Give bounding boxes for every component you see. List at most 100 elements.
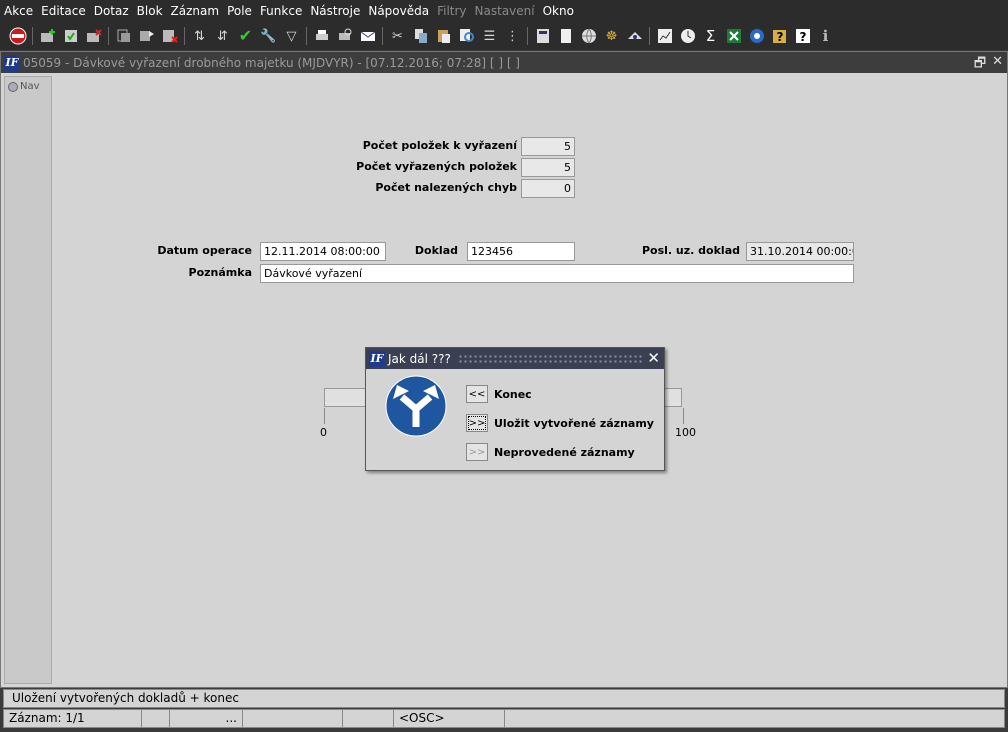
sort-descending-icon[interactable]: ⇵ — [213, 27, 232, 46]
copy-icon[interactable] — [411, 27, 430, 46]
duplicate-icon[interactable] — [137, 27, 156, 46]
list-icon[interactable]: ☰ — [480, 27, 499, 46]
filter-icon[interactable]: ▽ — [282, 27, 301, 46]
nav-label: Nav — [20, 81, 40, 92]
status-cell — [343, 710, 394, 727]
save-icon[interactable] — [61, 27, 80, 46]
konec-button[interactable]: << — [466, 385, 488, 403]
unprocessed-label: Neprovedené záznamy — [494, 445, 635, 459]
eye-icon[interactable] — [625, 27, 644, 46]
dialog-title-bar: IF Jak dál ??? ✕ — [366, 348, 664, 369]
save-records-label: Uložit vytvořené záznamy — [494, 416, 654, 430]
menu-okno[interactable]: Okno — [539, 0, 578, 22]
status-bar: Záznam: 1/1 ... <OSC> — [3, 709, 1005, 728]
progress-tick-left — [324, 408, 325, 424]
date-field[interactable]: 12.11.2014 08:00:00 — [260, 242, 386, 261]
menu-pole[interactable]: Pole — [223, 0, 256, 22]
status-cell — [243, 710, 343, 727]
menu-editace[interactable]: Editace — [37, 0, 90, 22]
unprocessed-row: >> Neprovedené záznamy — [466, 443, 635, 461]
lookup-icon[interactable] — [457, 27, 476, 46]
nav-panel: Nav — [4, 76, 52, 684]
status-cell — [142, 710, 170, 727]
count-discarded-field[interactable]: 5 — [521, 158, 575, 177]
paste-icon[interactable] — [434, 27, 453, 46]
app-logo: IF — [4, 54, 20, 71]
wrench-icon[interactable]: 🔧 — [259, 27, 278, 46]
toolbar-separator — [184, 27, 185, 45]
toolbar-separator — [382, 27, 383, 45]
toolbar: ⇅ ⇵ ✔ 🔧 ▽ ✂ ☰ ⋮ ☸ Σ ? ? ℹ — [0, 22, 1008, 50]
count-errors-field[interactable]: 0 — [521, 179, 575, 198]
outlook-icon[interactable] — [747, 27, 766, 46]
print-icon[interactable] — [312, 27, 331, 46]
sort-ascending-icon[interactable]: ⇅ — [190, 27, 209, 46]
check-icon[interactable]: ✔ — [236, 27, 255, 46]
toolbar-separator — [108, 27, 109, 45]
dialog-close-icon[interactable]: ✕ — [647, 349, 660, 367]
fork-sign-icon — [385, 375, 447, 440]
doc-field[interactable]: 123456 — [467, 242, 575, 261]
clock-icon[interactable] — [678, 27, 697, 46]
count-to-discard-field[interactable]: 5 — [521, 137, 575, 156]
choice-dialog: IF Jak dál ??? ✕ << Konec >> Uložit vytv… — [365, 347, 665, 471]
save-records-button[interactable]: >> — [466, 414, 488, 432]
note-label: Poznámka — [188, 266, 252, 279]
doc-label: Doklad — [414, 244, 458, 257]
document-icon[interactable] — [556, 27, 575, 46]
title-grip — [458, 354, 644, 363]
konec-label: Konec — [494, 387, 532, 401]
last-doc-label: Posl. uz. doklad — [641, 244, 740, 257]
sum-icon[interactable]: Σ — [701, 27, 720, 46]
status-mode: <OSC> — [394, 710, 505, 727]
insert-record-icon[interactable] — [38, 27, 57, 46]
menu-funkce[interactable]: Funkce — [256, 0, 306, 22]
mail-icon[interactable] — [358, 27, 377, 46]
dialog-title: Jak dál ??? — [388, 351, 451, 366]
record-counter: Záznam: 1/1 — [4, 710, 142, 727]
count-errors-label: Počet nalezených chyb — [375, 181, 517, 194]
copy-record-icon[interactable] — [114, 27, 133, 46]
print-preview-icon[interactable] — [335, 27, 354, 46]
last-doc-field[interactable]: 31.10.2014 00:00:00 — [746, 242, 854, 261]
toolbar-separator — [649, 27, 650, 45]
nav-button[interactable]: Nav — [5, 77, 51, 96]
restore-icon[interactable]: 🗗 — [974, 54, 986, 76]
radio-dot-icon — [8, 81, 18, 92]
note-field[interactable]: Dávkové vyřazení — [260, 264, 854, 283]
dialog-logo: IF — [369, 350, 385, 367]
save-records-row: >> Uložit vytvořené záznamy — [466, 414, 654, 432]
toolbar-separator — [306, 27, 307, 45]
toolbar-separator — [527, 27, 528, 45]
menu-filtry: Filtry — [437, 4, 467, 18]
count-discarded-label: Počet vyřazených položek — [356, 160, 517, 173]
tree-icon[interactable]: ⋮ — [503, 27, 522, 46]
count-to-discard-label: Počet položek k vyřazení — [362, 139, 517, 152]
clear-icon[interactable] — [160, 27, 179, 46]
info-icon[interactable]: ℹ — [816, 27, 835, 46]
menu-bar: Akce Editace Dotaz Blok Záznam Pole Funk… — [0, 0, 1008, 22]
menu-zaznam[interactable]: Záznam — [167, 0, 224, 22]
menu-napoveda[interactable]: Nápověda — [364, 0, 433, 22]
unprocessed-button[interactable]: >> — [466, 443, 488, 461]
help-icon[interactable]: ? — [770, 27, 789, 46]
cut-icon[interactable]: ✂ — [388, 27, 407, 46]
menu-nastroje[interactable]: Nástroje — [306, 0, 364, 22]
exit-icon[interactable] — [8, 27, 27, 46]
calculator-icon[interactable] — [533, 27, 552, 46]
date-label: Datum operace — [157, 244, 252, 257]
progress-tick-right — [683, 408, 684, 424]
progress-min-label: 0 — [320, 426, 327, 439]
wheel-icon[interactable]: ☸ — [602, 27, 621, 46]
svg-text:?: ? — [776, 30, 783, 44]
excel-icon[interactable] — [724, 27, 743, 46]
chart-icon[interactable] — [655, 27, 674, 46]
help-book-icon[interactable]: ? — [793, 27, 812, 46]
menu-akce[interactable]: Akce — [0, 0, 37, 22]
window-title: 05059 - Dávkové vyřazení drobného majetk… — [23, 55, 520, 70]
globe-icon[interactable] — [579, 27, 598, 46]
menu-dotaz[interactable]: Dotaz — [90, 0, 133, 22]
delete-record-icon[interactable] — [84, 27, 103, 46]
menu-blok[interactable]: Blok — [133, 0, 167, 22]
close-icon[interactable]: ✕ — [992, 54, 1003, 76]
